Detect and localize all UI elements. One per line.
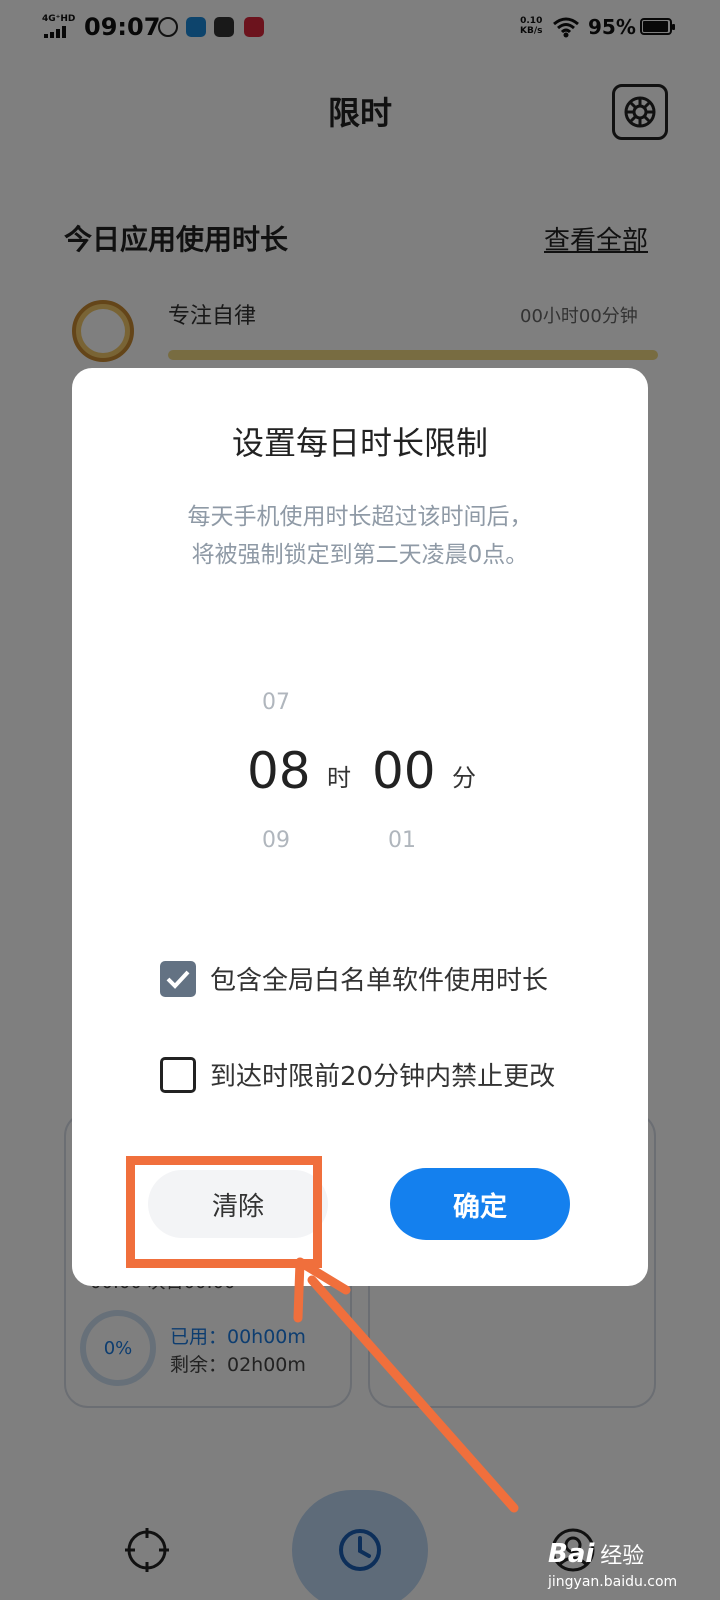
- watermark-url: jingyan.baidu.com: [548, 1574, 678, 1590]
- watermark-text: 经验: [600, 1544, 645, 1569]
- watermark-logo: Bai: [548, 1539, 595, 1569]
- pointer-arrow: [293, 1257, 519, 1513]
- watermark: Bai 经验: [548, 1538, 644, 1570]
